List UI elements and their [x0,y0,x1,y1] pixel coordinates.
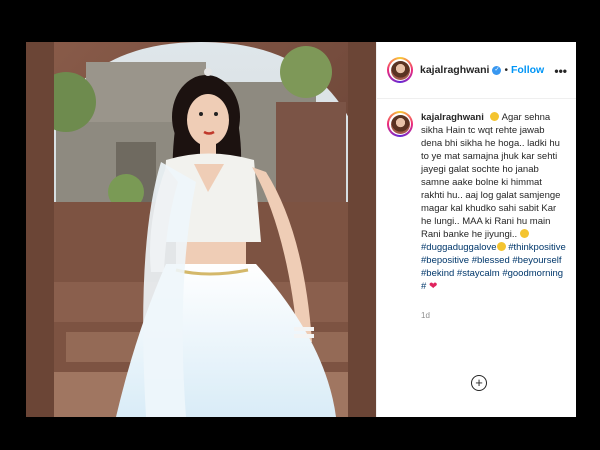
hashtag[interactable]: #staycalm [457,268,500,279]
hashtag[interactable]: # [421,281,426,292]
hashtag[interactable]: #duggaduggalove [421,242,497,253]
caption-text-block: kajalraghwani Agar sehna sikha Hain tc w… [421,111,566,293]
verified-badge-icon: ✓ [492,65,502,75]
hashtag[interactable]: #goodmorning [502,268,563,279]
hashtag[interactable]: #bepositive [421,255,469,266]
post-side-panel: kajalraghwani ✓ • Follow ••• kajalraghwa… [376,42,576,417]
separator: • [504,64,508,76]
post-image [26,42,376,417]
hashtag[interactable]: #beyourself [512,255,561,266]
post-header: kajalraghwani ✓ • Follow ••• [377,42,576,99]
caption-avatar[interactable] [387,111,413,137]
more-options-icon[interactable]: ••• [554,64,567,78]
caption: kajalraghwani Agar sehna sikha Hain tc w… [377,99,576,293]
post-photo[interactable] [26,42,376,417]
emoji-icon [519,229,529,238]
instagram-post: kajalraghwani ✓ • Follow ••• kajalraghwa… [26,42,576,417]
caption-text: Agar sehna sikha Hain tc wqt rehte jawab… [421,112,561,240]
hashtag[interactable]: #bekind [421,268,454,279]
hashtag[interactable]: #blessed [472,255,510,266]
add-comment-icon[interactable]: + [471,375,487,391]
follow-button[interactable]: Follow [511,64,544,76]
caption-username[interactable]: kajalraghwani [421,112,484,123]
hashtag[interactable]: #thinkpositive [508,242,566,253]
emoji-icon [490,112,500,121]
avatar[interactable] [387,57,413,83]
timestamp: 1d [421,311,430,320]
username[interactable]: kajalraghwani [420,64,489,76]
emoji-icon [496,242,506,251]
heart-icon: ❤ [428,281,438,292]
